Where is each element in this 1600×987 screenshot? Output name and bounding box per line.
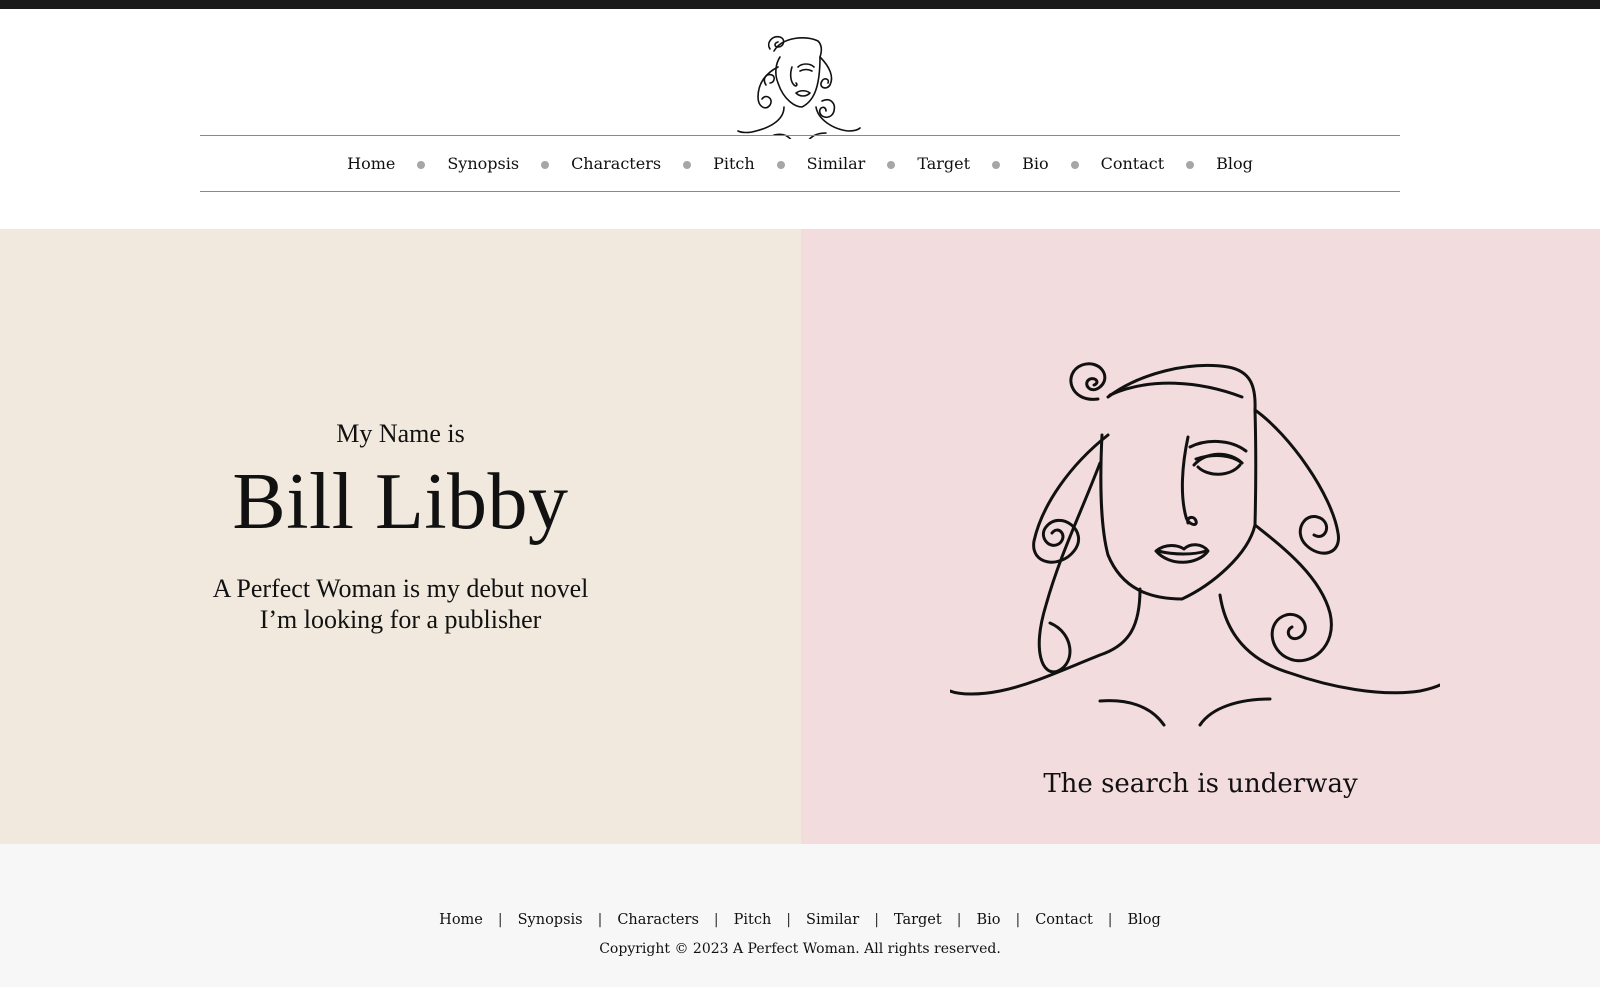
nav-characters[interactable]: Characters (571, 154, 661, 173)
nav-target[interactable]: Target (917, 154, 970, 173)
footer-separator: | (956, 912, 962, 928)
hero-intro-panel: My Name is Bill Libby A Perfect Woman is… (0, 229, 801, 844)
hero-portrait-panel: The search is underway (801, 229, 1600, 844)
nav-pitch[interactable]: Pitch (713, 154, 755, 173)
footer-link-home[interactable]: Home (439, 912, 483, 928)
intro-line-debut: A Perfect Woman is my debut novel (212, 574, 589, 603)
nav-separator-dot (887, 161, 896, 169)
footer-link-characters[interactable]: Characters (617, 912, 699, 928)
author-name: Bill Libby (232, 458, 569, 546)
footer-separator: | (713, 912, 719, 928)
logo-link[interactable] (736, 27, 864, 142)
nav-separator-dot (683, 161, 692, 169)
nav-contact[interactable]: Contact (1101, 154, 1165, 173)
intro-line-publisher: I’m looking for a publisher (259, 605, 542, 634)
footer-link-pitch[interactable]: Pitch (734, 912, 772, 928)
footer-separator: | (597, 912, 603, 928)
nav-home[interactable]: Home (347, 154, 395, 173)
footer-link-similar[interactable]: Similar (806, 912, 859, 928)
nav-separator-dot (1186, 161, 1195, 169)
footer-nav: Home | Synopsis | Characters | Pitch | S… (0, 912, 1600, 928)
woman-face-logo-icon (737, 35, 861, 142)
footer-separator: | (786, 912, 792, 928)
nav-bio[interactable]: Bio (1022, 154, 1049, 173)
nav-separator-dot (541, 161, 550, 169)
nav-synopsis[interactable]: Synopsis (447, 154, 519, 173)
site-footer: Home | Synopsis | Characters | Pitch | S… (0, 844, 1600, 987)
nav-separator-dot (992, 161, 1001, 169)
nav-separator-dot (1070, 161, 1079, 169)
footer-link-blog[interactable]: Blog (1128, 912, 1161, 928)
nav-blog[interactable]: Blog (1216, 154, 1253, 173)
footer-link-bio[interactable]: Bio (976, 912, 1000, 928)
nav-separator-dot (776, 161, 785, 169)
site-header: Home Synopsis Characters Pitch Similar T… (0, 9, 1600, 229)
top-bar (0, 0, 1600, 9)
footer-link-synopsis[interactable]: Synopsis (518, 912, 583, 928)
search-caption: The search is underway (1043, 769, 1358, 799)
footer-separator: | (1015, 912, 1021, 928)
woman-portrait-illustration (950, 362, 1440, 727)
nav-similar[interactable]: Similar (807, 154, 866, 173)
nav-separator-dot (417, 161, 426, 169)
main-nav: Home Synopsis Characters Pitch Similar T… (200, 135, 1400, 192)
footer-link-contact[interactable]: Contact (1035, 912, 1093, 928)
copyright-text: Copyright © 2023 A Perfect Woman. All ri… (599, 941, 1001, 957)
footer-separator: | (874, 912, 879, 928)
intro-heading: My Name is (336, 419, 465, 448)
footer-separator: | (1107, 912, 1113, 928)
footer-separator: | (497, 912, 503, 928)
footer-link-target[interactable]: Target (894, 912, 942, 928)
